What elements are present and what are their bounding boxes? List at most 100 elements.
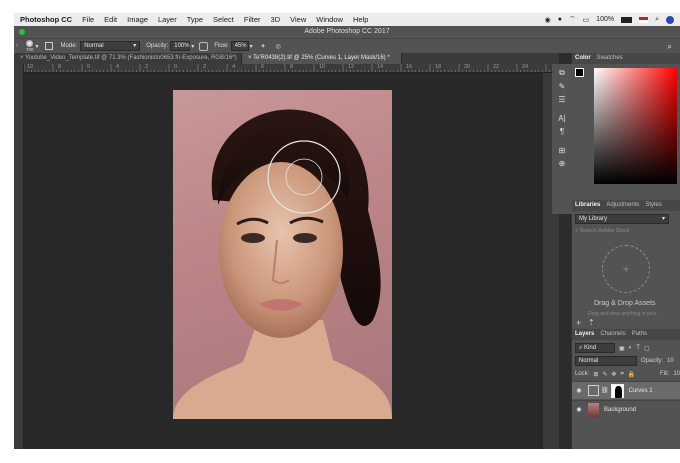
kind-label: Kind [584, 345, 597, 351]
search-icon[interactable]: ⌕ [655, 16, 659, 24]
adjustments-icon[interactable]: ☰ [558, 95, 565, 104]
clone-source-icon[interactable]: ⊕ [559, 159, 566, 168]
lock-pixels-icon[interactable]: ⊠ [593, 371, 598, 378]
layer-row-curves[interactable]: ◉ ⛓ Curves 1 [572, 381, 680, 399]
blend-mode-select[interactable]: Normal [575, 356, 637, 366]
library-select[interactable]: My Library ▾ [575, 214, 669, 224]
ruler-label: 14 [377, 64, 384, 70]
document-tab-bar: × Youtube_Video_Template.tif @ 71.3% (Fa… [14, 53, 559, 64]
zoom-window-button[interactable] [19, 29, 25, 35]
battery-label: 100% [596, 16, 615, 23]
drop-zone-circle: + [602, 245, 650, 293]
user-icon[interactable] [666, 15, 674, 24]
eye-icon[interactable]: ◉ [572, 406, 586, 413]
opacity-field[interactable]: 100% [170, 41, 191, 51]
character-icon[interactable]: A| [558, 114, 565, 123]
add-asset-icon[interactable]: + [576, 318, 581, 328]
history-icon[interactable]: ⧉ [559, 68, 565, 78]
tab-youtube-template[interactable]: × Youtube_Video_Template.tif @ 71.3% (Fa… [14, 53, 242, 64]
color-picker-field[interactable] [594, 68, 677, 184]
kind-select[interactable]: ⌕ Kind [575, 343, 615, 353]
battery-icon [621, 16, 633, 23]
app-menu[interactable]: Photoshop CC [14, 15, 77, 24]
tab-adjustments[interactable]: Adjustments [606, 200, 639, 211]
blend-row: Normal Opacity: 10 [575, 356, 680, 366]
lock-brush-icon[interactable]: ✎ [602, 371, 607, 378]
tab-paths[interactable]: Paths [632, 329, 647, 340]
brush-panel-icon[interactable] [44, 42, 53, 50]
menu-edit[interactable]: Edit [99, 15, 122, 24]
mode-select[interactable]: Normal ▾ [80, 41, 141, 51]
search-icon[interactable]: ⌕ [667, 41, 672, 52]
filter-type-icon[interactable]: T [636, 345, 640, 351]
eye-icon[interactable]: ◉ [572, 387, 586, 394]
pressure-size-icon[interactable]: ◎ [276, 43, 281, 50]
layer-row-background[interactable]: ◉ Background [572, 400, 680, 418]
properties-icon[interactable]: ⊞ [559, 146, 566, 155]
flag-icon[interactable] [639, 16, 649, 23]
flow-field[interactable]: 45% [230, 41, 249, 51]
tab-swatches[interactable]: Swatches [597, 53, 623, 64]
wifi-icon[interactable]: ⌔ [569, 15, 576, 24]
filter-pixel-icon[interactable]: ▣ [619, 345, 625, 352]
menu-view[interactable]: View [285, 15, 311, 24]
chevron-down-icon[interactable]: ▾ [191, 43, 194, 50]
layers-panel-tabs: Layers Channels Paths [572, 329, 680, 340]
search-placeholder: Search Adobe Stock [579, 228, 630, 234]
portrait-photo[interactable] [173, 90, 392, 419]
horizontal-ruler[interactable]: 10 8 6 4 2 0 2 4 6 8 10 12 14 16 18 20 2… [24, 64, 559, 73]
opacity-field[interactable]: 10 [667, 358, 674, 364]
tab-layers[interactable]: Layers [575, 329, 594, 340]
menu-window[interactable]: Window [311, 15, 348, 24]
curves-adjustment-icon [588, 385, 599, 396]
chevron-down-icon: ▾ [133, 43, 137, 49]
mask-silhouette [614, 385, 622, 398]
lock-all-icon[interactable]: 🔒 [628, 371, 635, 378]
record-icon[interactable]: ◉ [545, 16, 551, 24]
tab-label: Youtube_Video_Template.tif @ 71.3% (Fash… [25, 55, 237, 61]
opacity-label: Opacity: [146, 43, 169, 49]
creative-cloud-icon[interactable]: ● [558, 16, 562, 23]
pressure-opacity-icon[interactable] [199, 41, 209, 51]
brush-preset-picker[interactable]: 700 [26, 40, 34, 52]
lock-artboard-icon[interactable]: ⌗ [620, 371, 623, 378]
brush-settings-icon[interactable]: ✎ [559, 82, 566, 91]
chevron-down-icon[interactable]: ▾ [250, 43, 253, 50]
foreground-color-swatch[interactable] [575, 68, 584, 77]
upload-icon[interactable]: ⇡ [588, 318, 595, 327]
tab-styles[interactable]: Styles [645, 200, 661, 211]
menu-type[interactable]: Type [182, 15, 208, 24]
filter-adjust-icon[interactable]: ◐ [629, 345, 633, 351]
ruler-label: 16 [406, 64, 413, 70]
tab-libraries[interactable]: Libraries [575, 200, 600, 211]
filter-shape-icon[interactable]: ▢ [644, 345, 650, 352]
tab-channels[interactable]: Channels [600, 329, 625, 340]
paragraph-icon[interactable]: ¶ [560, 127, 564, 136]
fill-field[interactable]: 10 [673, 371, 680, 377]
menu-3d[interactable]: 3D [266, 15, 286, 24]
opacity-label: Opacity: [641, 358, 664, 364]
vertical-ruler[interactable] [14, 64, 24, 449]
airbrush-icon[interactable]: ✈ [261, 43, 266, 50]
menu-select[interactable]: Select [208, 15, 239, 24]
dropdown-arrow-icon[interactable]: ▾ [36, 43, 39, 50]
chain-icon[interactable]: ⛓ [601, 387, 609, 394]
ruler-label: 8 [58, 64, 62, 70]
collapse-chevron-icon[interactable]: › [16, 43, 18, 49]
menu-filter[interactable]: Filter [239, 15, 266, 24]
menu-image[interactable]: Image [122, 15, 153, 24]
mode-value: Normal [84, 43, 104, 49]
lock-move-icon[interactable]: ✥ [611, 371, 616, 378]
airplay-icon[interactable]: ▭ [583, 16, 590, 24]
tab-color[interactable]: Color [575, 53, 591, 64]
menu-layer[interactable]: Layer [153, 15, 182, 24]
ruler-label: 10 [27, 64, 34, 70]
tab-teR0438[interactable]: × Te'R0438(2).tif @ 25% (Curves 1, Layer… [242, 53, 402, 64]
layer-mask-thumbnail[interactable] [610, 383, 624, 398]
window-title: Adobe Photoshop CC 2017 [14, 26, 680, 38]
tab-label: Te'R0438(2).tif @ 25% (Curves 1, Layer M… [253, 55, 390, 61]
menu-help[interactable]: Help [348, 15, 373, 24]
menu-file[interactable]: File [77, 15, 99, 24]
layer-name: Background [604, 406, 637, 413]
stock-search-field[interactable]: ⌕ Search Adobe Stock [575, 228, 677, 237]
